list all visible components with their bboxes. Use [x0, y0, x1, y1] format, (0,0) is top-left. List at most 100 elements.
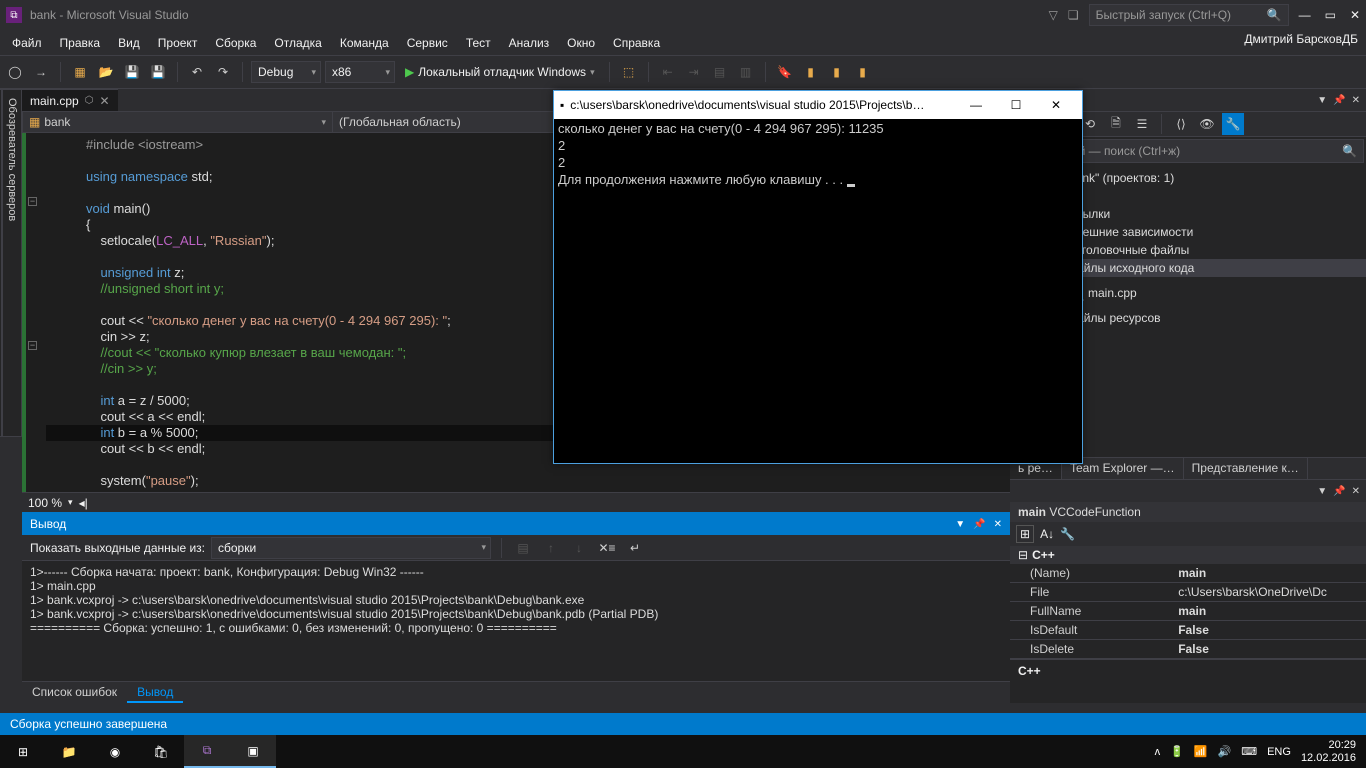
close-icon[interactable]: ✕: [1352, 95, 1360, 106]
dropdown-icon[interactable]: ▼: [1317, 486, 1327, 497]
prop-row[interactable]: IsDefaultFalse: [1010, 621, 1366, 640]
save-all-button[interactable]: 💾: [147, 61, 169, 83]
props-object-combo[interactable]: main VCCodeFunction: [1010, 502, 1366, 522]
nav-scope-combo[interactable]: ▦ bank: [23, 112, 333, 132]
output-body[interactable]: 1>------ Сборка начата: проект: bank, Ко…: [22, 561, 1010, 681]
maximize-button[interactable]: ▭: [1325, 8, 1336, 22]
pin-icon[interactable]: 📌: [1333, 95, 1345, 106]
console-task-icon[interactable]: ▣: [230, 735, 276, 768]
start-debug-button[interactable]: ▶ Локальный отладчик Windows ▾: [399, 61, 601, 83]
wifi-icon[interactable]: 📶: [1194, 745, 1208, 758]
menu-test[interactable]: Тест: [458, 33, 499, 53]
prop-row[interactable]: FullNamemain: [1010, 602, 1366, 621]
clear-icon[interactable]: ✕≡: [596, 537, 618, 559]
split-icon[interactable]: ◂|: [79, 496, 88, 510]
chrome-icon[interactable]: ◉: [92, 735, 138, 768]
indent-more-icon[interactable]: ⇥: [683, 61, 705, 83]
menu-window[interactable]: Окно: [559, 33, 603, 53]
prop-category[interactable]: ⊟C++: [1010, 546, 1366, 564]
uncomment-icon[interactable]: ▥: [735, 61, 757, 83]
menu-build[interactable]: Сборка: [207, 33, 264, 53]
output-source-combo[interactable]: сборки: [211, 537, 491, 559]
close-icon[interactable]: ✕: [994, 519, 1002, 530]
props-page-icon[interactable]: 🔧: [1060, 527, 1075, 541]
battery-icon[interactable]: 🔋: [1170, 745, 1184, 758]
solution-config-combo[interactable]: Debug: [251, 61, 321, 83]
console-titlebar[interactable]: ▪ c:\users\barsk\onedrive\documents\visu…: [554, 91, 1082, 119]
menu-analyze[interactable]: Анализ: [501, 33, 558, 53]
close-tab-icon[interactable]: ✕: [99, 94, 109, 108]
bookmark-prev-icon[interactable]: ▮: [800, 61, 822, 83]
indent-less-icon[interactable]: ⇤: [657, 61, 679, 83]
bookmark-clear-icon[interactable]: ▮: [852, 61, 874, 83]
nav-back-button[interactable]: ◯: [4, 61, 26, 83]
preview-icon[interactable]: 👁: [1196, 113, 1218, 135]
wrench-icon[interactable]: 🔧: [1222, 113, 1244, 135]
redo-button[interactable]: ↷: [212, 61, 234, 83]
console-close-button[interactable]: ✕: [1036, 93, 1076, 117]
signed-in-user[interactable]: Дмитрий Барсков: [1244, 32, 1342, 46]
file-explorer-icon[interactable]: 📁: [46, 735, 92, 768]
clock-time[interactable]: 20:29: [1301, 739, 1356, 752]
prop-row[interactable]: Filec:\Users\barsk\OneDrive\Dc: [1010, 583, 1366, 602]
menu-file[interactable]: Файл: [4, 33, 50, 53]
output-tab[interactable]: Вывод: [127, 682, 183, 703]
dropdown-icon[interactable]: ▼: [955, 519, 965, 530]
keyboard-icon[interactable]: ⌨: [1241, 745, 1257, 758]
undo-button[interactable]: ↶: [186, 61, 208, 83]
new-project-button[interactable]: ▦: [69, 61, 91, 83]
close-button[interactable]: ✕: [1350, 8, 1360, 22]
comment-icon[interactable]: ▤: [709, 61, 731, 83]
menu-project[interactable]: Проект: [150, 33, 206, 53]
store-icon[interactable]: 🛍: [138, 735, 184, 768]
menu-team[interactable]: Команда: [332, 33, 397, 53]
error-list-tab[interactable]: Список ошибок: [22, 682, 127, 703]
minimize-button[interactable]: —: [1299, 8, 1311, 22]
close-icon[interactable]: ✕: [1352, 486, 1360, 497]
find-message-icon[interactable]: ▤: [512, 537, 534, 559]
menu-edit[interactable]: Правка: [52, 33, 109, 53]
volume-icon[interactable]: 🔊: [1218, 745, 1232, 758]
tab-class-view[interactable]: Представление к…: [1184, 458, 1308, 479]
step-icon[interactable]: ⬚: [618, 61, 640, 83]
solution-platform-combo[interactable]: x86: [325, 61, 395, 83]
prop-row[interactable]: IsDeleteFalse: [1010, 640, 1366, 659]
pin-icon[interactable]: 📌: [973, 519, 985, 530]
console-body[interactable]: сколько денег у вас на счету(0 - 4 294 9…: [554, 119, 1082, 463]
prop-row[interactable]: (Name)main: [1010, 564, 1366, 583]
fold-icon[interactable]: −: [28, 341, 37, 350]
pin-icon[interactable]: 📌: [1333, 486, 1345, 497]
doc-tab-main[interactable]: main.cpp ⬡ ✕: [22, 89, 118, 111]
fold-icon[interactable]: −: [28, 197, 37, 206]
feedback-icon[interactable]: ❏: [1068, 8, 1079, 22]
menu-tools[interactable]: Сервис: [399, 33, 456, 53]
user-avatar[interactable]: ДБ: [1342, 32, 1358, 46]
console-maximize-button[interactable]: ☐: [996, 93, 1036, 117]
console-minimize-button[interactable]: —: [956, 93, 996, 117]
zoom-level[interactable]: 100 %: [28, 496, 62, 510]
server-explorer-tab[interactable]: Обозреватель серверов: [2, 89, 22, 437]
bookmark-icon[interactable]: 🔖: [774, 61, 796, 83]
alpha-icon[interactable]: A↓: [1040, 527, 1054, 541]
refresh-icon[interactable]: 🗎: [1105, 113, 1127, 135]
clock-date[interactable]: 12.02.2016: [1301, 752, 1356, 765]
menu-debug[interactable]: Отладка: [266, 33, 329, 53]
toolbox-tab[interactable]: Панель элементов: [0, 89, 2, 437]
properties-icon[interactable]: ⟨⟩: [1170, 113, 1192, 135]
menu-view[interactable]: Вид: [110, 33, 148, 53]
categorized-icon[interactable]: ⊞: [1016, 525, 1034, 543]
notifications-icon[interactable]: ▽: [1049, 8, 1058, 22]
language-indicator[interactable]: ENG: [1267, 746, 1291, 758]
pin-icon[interactable]: ⬡: [85, 95, 94, 106]
menu-help[interactable]: Справка: [605, 33, 668, 53]
show-all-icon[interactable]: ☰: [1131, 113, 1153, 135]
goto-next-icon[interactable]: ↓: [568, 537, 590, 559]
save-button[interactable]: 💾: [121, 61, 143, 83]
quick-launch-input[interactable]: Быстрый запуск (Ctrl+Q) 🔍: [1089, 4, 1289, 26]
start-button[interactable]: ⊞: [0, 735, 46, 768]
goto-prev-icon[interactable]: ↑: [540, 537, 562, 559]
word-wrap-icon[interactable]: ↵: [624, 537, 646, 559]
bookmark-next-icon[interactable]: ▮: [826, 61, 848, 83]
visual-studio-icon[interactable]: ⧉: [184, 735, 230, 768]
open-file-button[interactable]: 📂: [95, 61, 117, 83]
